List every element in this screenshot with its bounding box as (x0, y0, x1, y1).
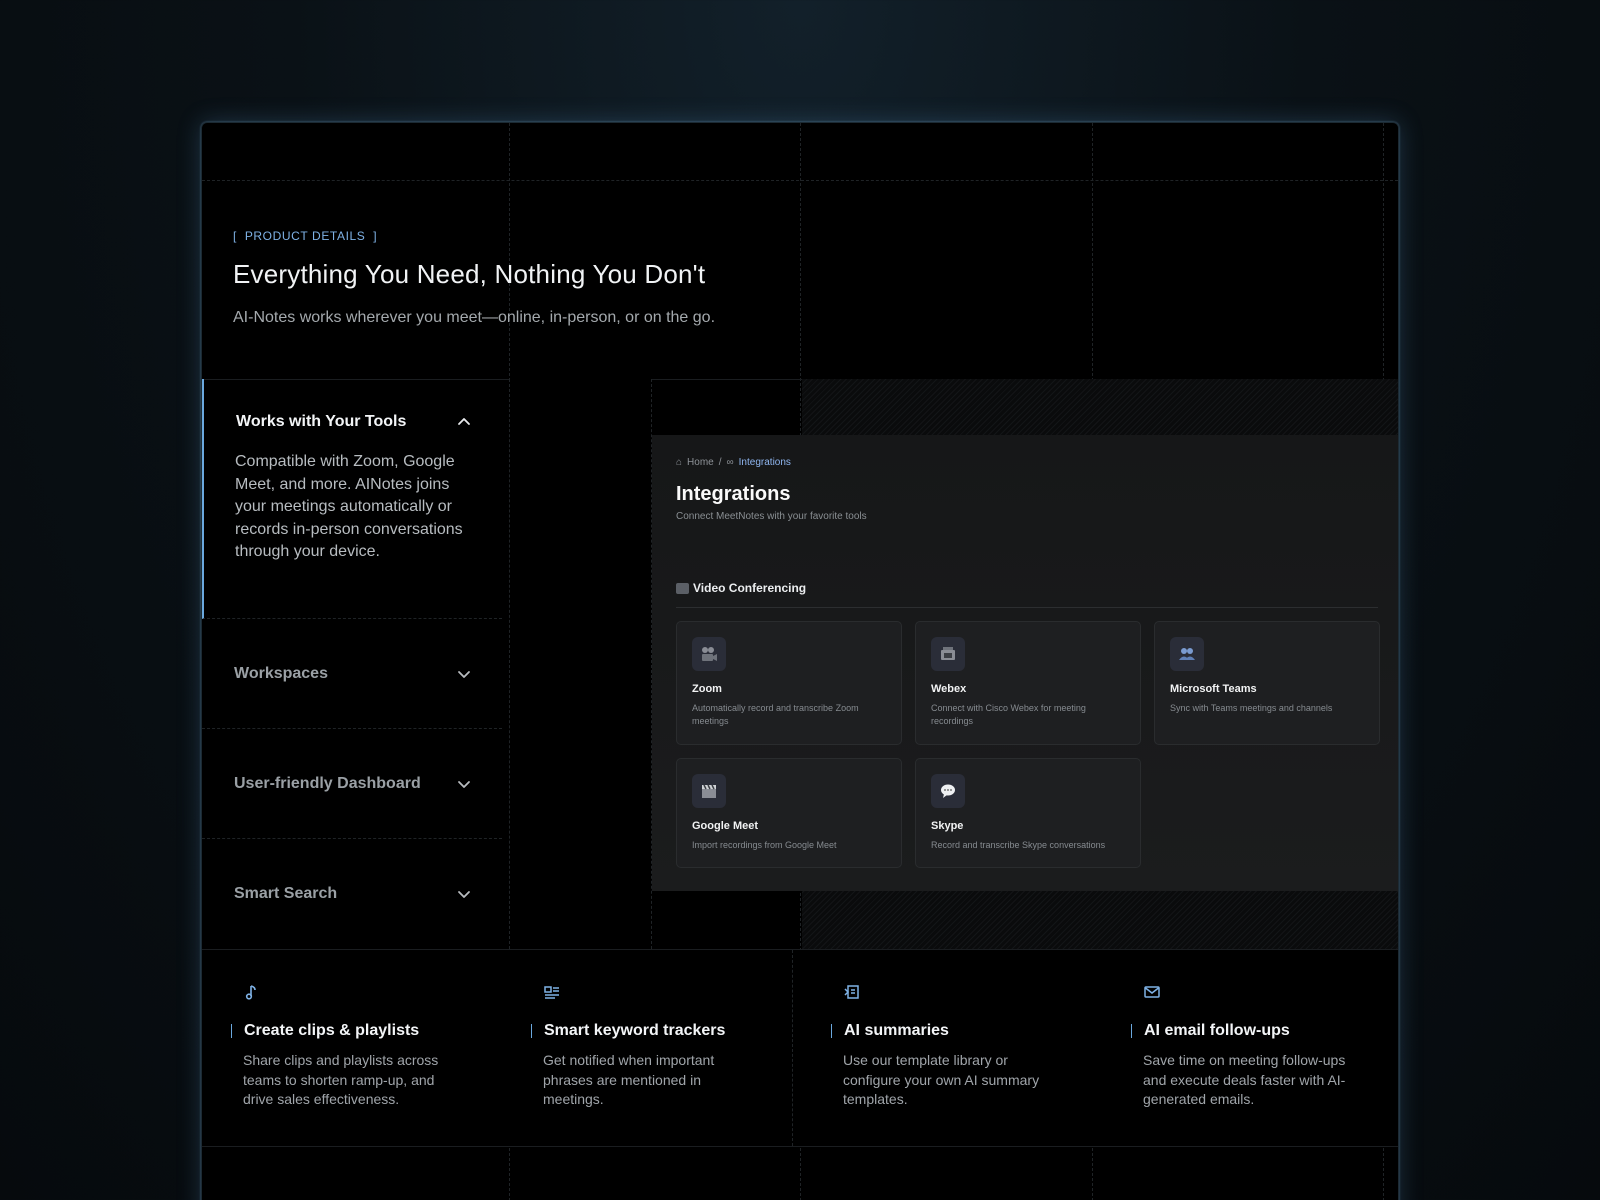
card-title: Webex (931, 683, 967, 695)
speech-bubble-icon (931, 774, 965, 808)
integration-card-google-meet[interactable]: Google Meet Import recordings from Googl… (676, 758, 902, 868)
preview-subtitle: Connect MeetNotes with your favorite too… (676, 511, 867, 522)
card-title: Zoom (692, 683, 722, 695)
feature-description: Save time on meeting follow-ups and exec… (1143, 1052, 1346, 1107)
accordion-item-workspaces[interactable]: Workspaces (202, 619, 502, 729)
bracket-open: [ (233, 229, 237, 243)
product-details-section: [ PRODUCT DETAILS ] Everything You Need,… (201, 122, 1399, 1200)
link-icon: ∞ (726, 457, 734, 468)
breadcrumb-current[interactable]: Integrations (739, 457, 791, 468)
integration-card-skype[interactable]: Skype Record and transcribe Skype conver… (915, 758, 1141, 868)
accordion-item-smart-search[interactable]: Smart Search (202, 839, 502, 949)
card-title: Microsoft Teams (1170, 683, 1257, 695)
section-title: Everything You Need, Nothing You Don't (233, 259, 706, 289)
accordion-label: User-friendly Dashboard (234, 774, 421, 792)
card-description: Connect with Cisco Webex for meeting rec… (931, 703, 1086, 726)
card-description: Sync with Teams meetings and channels (1170, 703, 1333, 713)
film-projector-icon (931, 637, 965, 671)
bracket-close: ] (373, 229, 378, 243)
card-description: Automatically record and transcribe Zoom… (692, 703, 859, 726)
accordion-label: Works with Your Tools (236, 413, 407, 430)
breadcrumb-separator: / (718, 457, 722, 468)
gutter (509, 379, 652, 949)
feature-title: Create clips & playlists (231, 1023, 419, 1039)
feature-title: AI email follow-ups (1131, 1023, 1290, 1039)
video-camera-icon (692, 637, 726, 671)
music-note-icon (245, 985, 256, 1000)
accordion-header[interactable]: Workspaces (234, 619, 472, 728)
features-band (202, 950, 1398, 1146)
integration-card-webex[interactable]: Webex Connect with Cisco Webex for meeti… (915, 621, 1141, 745)
feature-description: Use our template library or configure yo… (843, 1052, 1040, 1107)
section-heading: Video Conferencing (676, 581, 806, 595)
card-title: Skype (931, 820, 964, 832)
people-icon (1170, 637, 1204, 671)
chevron-down-icon (458, 780, 470, 788)
home-icon: ⌂ (676, 457, 683, 468)
clapperboard-icon (692, 774, 726, 808)
document-list-icon (844, 985, 859, 999)
feature-description: Get notified when important phrases are … (543, 1052, 715, 1107)
integration-card-zoom[interactable]: Zoom Automatically record and transcribe… (676, 621, 902, 745)
breadcrumb: ⌂ Home / ∞ Integrations (676, 457, 791, 468)
card-title: Google Meet (692, 820, 759, 832)
preview-title: Integrations (676, 483, 791, 505)
accordion-label: Smart Search (234, 885, 338, 902)
section-subtitle: AI-Notes works wherever you meet—online,… (233, 309, 716, 326)
card-description: Import recordings from Google Meet (692, 840, 837, 850)
mail-icon (1144, 986, 1160, 998)
eyebrow-label: PRODUCT DETAILS (244, 229, 366, 243)
feature-title: Smart keyword trackers (531, 1023, 725, 1039)
accordion-header[interactable]: User-friendly Dashboard (234, 729, 472, 838)
section-rule (676, 607, 1378, 608)
chevron-down-icon (458, 670, 470, 678)
feature-accordion: Works with Your Tools Compatible with Zo… (202, 379, 502, 949)
feature-title: AI summaries (831, 1023, 949, 1039)
card-description: Record and transcribe Skype conversation… (931, 840, 1106, 850)
section-eyebrow: [ PRODUCT DETAILS ] (233, 229, 377, 243)
accordion-header[interactable]: Smart Search (234, 839, 472, 949)
chevron-down-icon (458, 891, 470, 898)
film-icon (676, 582, 689, 594)
breadcrumb-home[interactable]: Home (687, 457, 714, 468)
chevron-up-icon (458, 418, 470, 425)
news-tracker-icon (544, 986, 559, 999)
accordion-item-dashboard[interactable]: User-friendly Dashboard (202, 729, 502, 839)
accordion-description: Compatible with Zoom, Google Meet, and m… (235, 453, 463, 560)
accordion-item-works-with-tools[interactable]: Works with Your Tools Compatible with Zo… (202, 379, 502, 619)
grid-line (792, 950, 793, 1146)
accordion-label: Workspaces (234, 664, 328, 682)
feature-description: Share clips and playlists across teams t… (243, 1052, 439, 1107)
section-heading-label: Video Conferencing (693, 581, 807, 595)
integration-card-microsoft-teams[interactable]: Microsoft Teams Sync with Teams meetings… (1154, 621, 1380, 745)
integrations-preview: ⌂ Home / ∞ Integrations Integrations Con… (652, 435, 1398, 891)
divider (202, 1146, 1398, 1147)
grid-line (202, 180, 1398, 181)
